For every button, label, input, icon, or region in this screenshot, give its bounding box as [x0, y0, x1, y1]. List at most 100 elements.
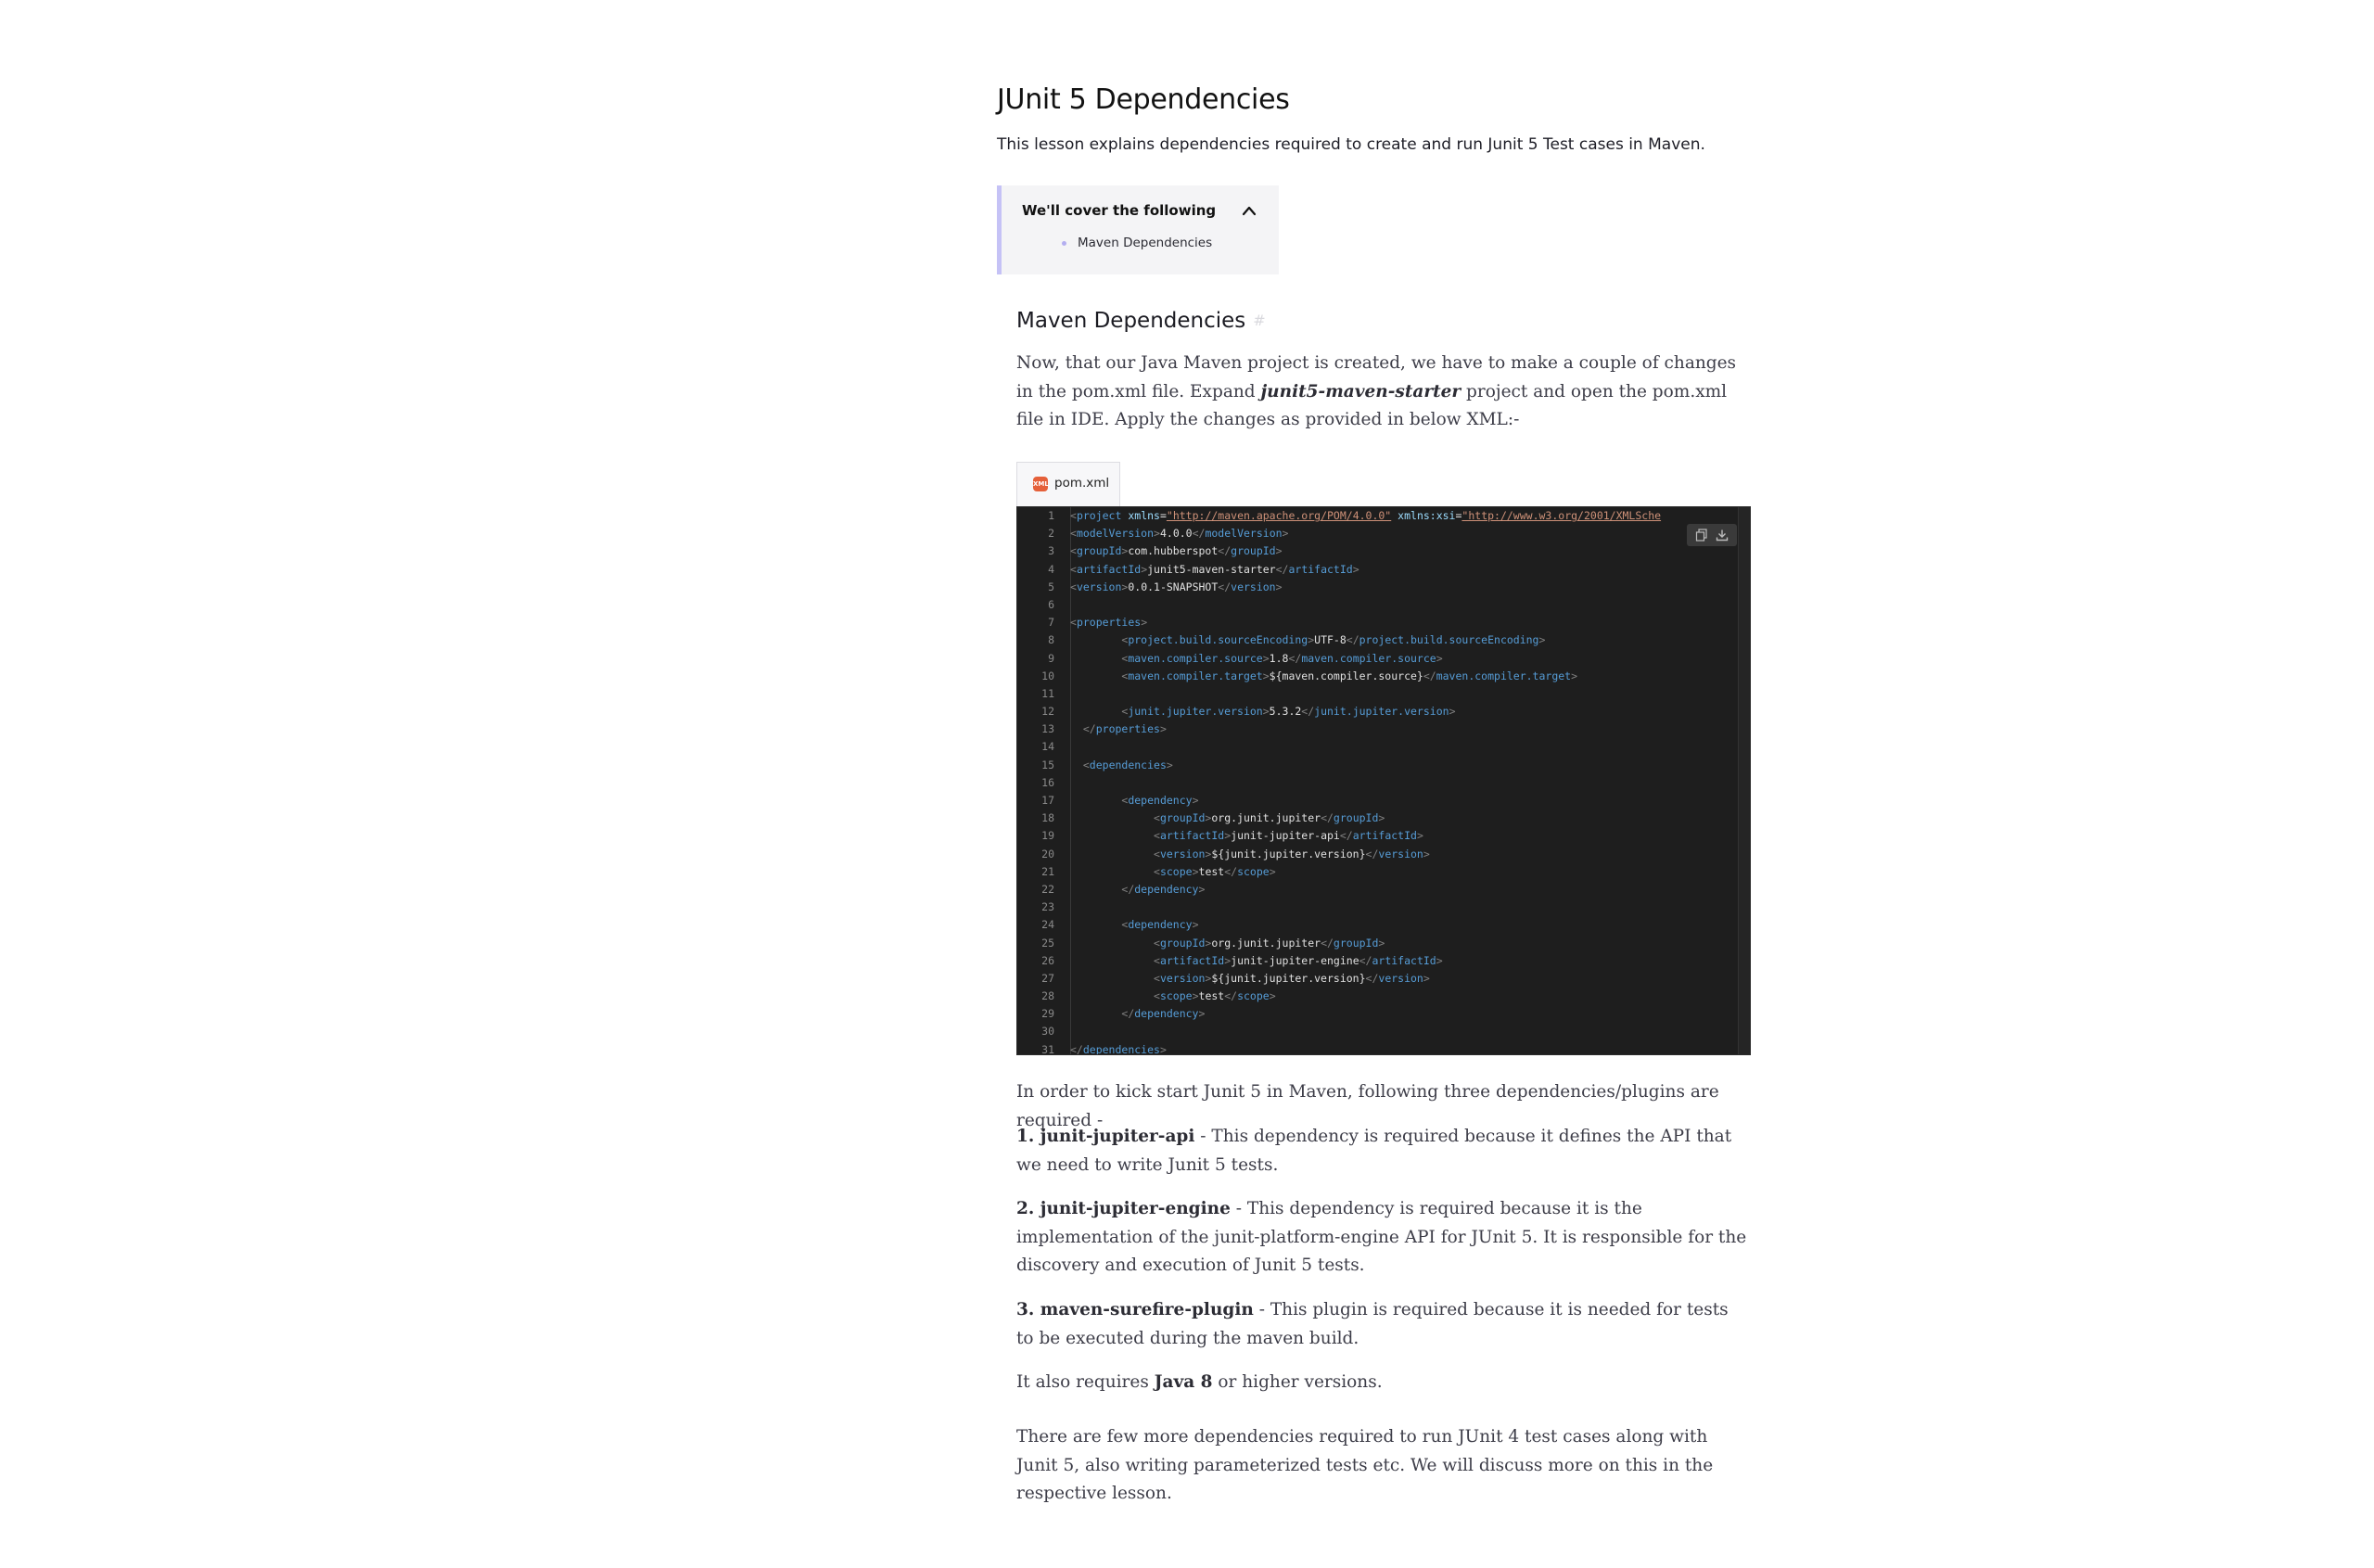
chevron-up-icon[interactable] [1241, 204, 1257, 217]
xml-tag: maven.compiler.target [1436, 669, 1572, 682]
code-token: < [1070, 544, 1077, 558]
code-token: > [1262, 669, 1270, 682]
code-token: > [1378, 936, 1385, 950]
code-lines: <project xmlns="http://maven.apache.org/… [1070, 507, 1750, 1055]
line-number: 7 [1048, 616, 1054, 630]
xml-tag: version [1076, 580, 1122, 593]
xml-tag: artifactId [1288, 562, 1353, 576]
xml-tag: version [1231, 580, 1276, 593]
code-token: > [1198, 1007, 1206, 1021]
code-token: </ [1218, 580, 1232, 593]
line-number: 18 [1041, 811, 1054, 825]
requirement-item: 1. junit-jupiter-api - This dependency i… [1016, 1123, 1749, 1179]
xml-value: junit5-maven-starter [1147, 562, 1276, 576]
code-token: < [1154, 971, 1160, 985]
line-number: 8 [1048, 633, 1054, 647]
line-number: 19 [1041, 829, 1054, 843]
xml-value: ${junit.jupiter.version} [1211, 971, 1366, 985]
code-line: <dependency> [1070, 916, 1750, 934]
file-tab-pom-xml[interactable]: XML pom.xml [1016, 462, 1120, 506]
xml-value: junit-jupiter-engine [1231, 953, 1359, 967]
code-token: </ [1365, 971, 1379, 985]
line-number: 24 [1041, 918, 1054, 932]
code-token: > [1449, 705, 1456, 719]
xml-tag: scope [1159, 989, 1193, 1003]
xml-value: org.junit.jupiter [1211, 936, 1321, 950]
line-number: 25 [1041, 936, 1054, 950]
intro-paragraph: Now, that our Java Maven project is crea… [1016, 350, 1749, 435]
code-editor[interactable]: 1 2 3 4 5 6 7 8 9 10 11 12 13 14 15 16 17 18 19 20 21 22 23 24 2… [1016, 506, 1751, 1055]
code-token: > [1436, 953, 1443, 967]
xml-tag: artifactId [1352, 829, 1417, 843]
project-name: junit5-maven-starter [1260, 381, 1461, 402]
code-scrollbar[interactable] [1738, 507, 1750, 1054]
xml-tag: groupId [1159, 936, 1206, 950]
code-line: <maven.compiler.target>${maven.compiler.… [1070, 668, 1750, 685]
code-token: </ [1339, 829, 1353, 843]
xml-attribute-value: "http://maven.apache.org/POM/4.0.0" [1166, 509, 1392, 522]
xml-tag: groupId [1231, 544, 1276, 558]
code-token: > [1166, 758, 1173, 771]
code-line: <project.build.sourceEncoding>UTF-8</pro… [1070, 631, 1750, 649]
line-number: 28 [1041, 989, 1054, 1003]
toc-heading: We'll cover the following [1022, 202, 1217, 219]
line-number: 27 [1041, 971, 1054, 985]
xml-tag: scope [1159, 864, 1193, 878]
xml-tag: version [1378, 971, 1423, 985]
code-token: > [1192, 989, 1199, 1003]
code-token: > [1159, 1042, 1167, 1055]
code-token: > [1198, 882, 1206, 896]
line-number: 13 [1041, 722, 1054, 736]
code-line: <maven.compiler.source>1.8</maven.compil… [1070, 650, 1750, 668]
line-number: 20 [1041, 847, 1054, 860]
code-token: > [1269, 864, 1276, 878]
xml-tag: groupId [1333, 811, 1379, 825]
xml-value: ${junit.jupiter.version} [1211, 847, 1366, 860]
code-line: <scope>test</scope> [1070, 988, 1750, 1005]
code-token: < [1154, 864, 1160, 878]
lesson-page: JUnit 5 Dependencies This lesson explain… [0, 0, 2374, 1568]
xml-tag: properties [1095, 722, 1160, 736]
code-line: <modelVersion>4.0.0</modelVersion> [1070, 525, 1750, 542]
code-token: </ [1359, 953, 1372, 967]
code-line: </dependencies> [1070, 1041, 1750, 1055]
code-token: </ [1218, 544, 1232, 558]
code-token: </ [1275, 562, 1289, 576]
code-line: </dependency> [1070, 881, 1750, 899]
line-number: 3 [1048, 544, 1054, 558]
line-number: 29 [1041, 1007, 1054, 1021]
code-token: > [1423, 847, 1430, 860]
code-token: = [1159, 509, 1167, 522]
code-token: </ [1321, 811, 1334, 825]
code-token: > [1571, 669, 1578, 682]
copy-icon[interactable] [1695, 529, 1708, 542]
xml-attribute-value: "http://www.w3.org/2001/XMLSche [1461, 509, 1662, 522]
code-token: > [1262, 651, 1270, 665]
code-token: > [1423, 971, 1430, 985]
anchor-link-icon[interactable]: # [1253, 312, 1265, 329]
page-title: JUnit 5 Dependencies [997, 83, 1290, 116]
code-line: <dependencies> [1070, 757, 1750, 774]
xml-tag: junit.jupiter.version [1314, 705, 1449, 719]
java-requirement: It also requires Java 8 or higher versio… [1016, 1369, 1749, 1397]
code-line: <junit.jupiter.version>5.3.2</junit.jupi… [1070, 703, 1750, 720]
xml-tag: groupId [1076, 544, 1122, 558]
requirement-name: 2. junit-jupiter-engine [1016, 1199, 1231, 1218]
code-token: < [1070, 580, 1077, 593]
xml-value: 4.0.0 [1159, 527, 1193, 541]
code-token: </ [1070, 1042, 1083, 1055]
xml-tag: maven.compiler.source [1128, 651, 1263, 665]
toc-item-maven-dependencies[interactable]: Maven Dependencies [1062, 236, 1212, 250]
code-token: > [1352, 562, 1359, 576]
code-token: </ [1121, 1007, 1135, 1021]
code-token: > [1192, 918, 1199, 932]
java-text-after: or higher versions. [1212, 1372, 1383, 1392]
download-icon[interactable] [1716, 529, 1729, 542]
